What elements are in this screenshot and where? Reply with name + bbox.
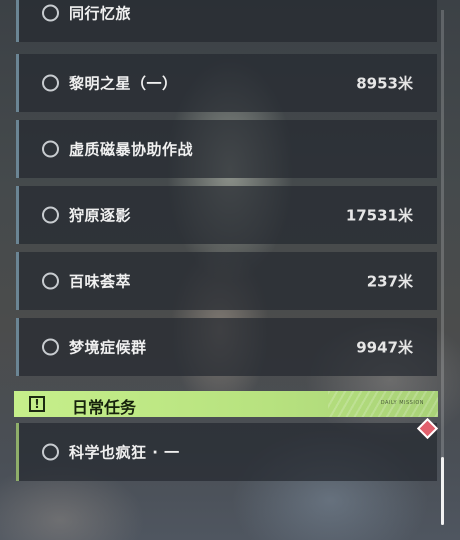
section-tag: DAILY MISSION [380,400,424,406]
quest-status-circle-icon [42,206,59,224]
quest-name: 梦境症候群 [69,338,147,357]
quest-item[interactable]: 狩原逐影 17531米 [16,186,437,244]
quest-item[interactable]: 梦境症候群 9947米 [16,318,437,376]
quest-status-circle-icon [42,338,59,356]
quest-distance: 9947米 [356,338,413,357]
quest-name: 狩原逐影 [69,206,132,225]
quest-name: 百味荟萃 [69,272,132,291]
quest-status-circle-icon [42,140,59,158]
quest-name: 虚质磁暴协助作战 [69,140,194,159]
quest-status-circle-icon [42,443,59,461]
quest-status-circle-icon [42,272,59,290]
quest-item[interactable]: 百味荟萃 237米 [16,252,437,310]
daily-mission-header: ! 日常任务 DAILY MISSION [14,391,438,417]
quest-distance: 8953米 [356,74,413,93]
quest-distance: 237米 [366,272,413,291]
quest-name: 黎明之星（一） [69,74,178,93]
quest-item[interactable]: 虚质磁暴协助作战 [16,120,437,178]
quest-status-circle-icon [42,74,59,92]
quest-list: 同行忆旅 黎明之星（一） 8953米 虚质磁暴协助作战 狩原逐影 17531米 … [0,0,460,540]
scrollbar-track[interactable] [441,10,444,525]
quest-item[interactable]: 同行忆旅 [16,0,437,42]
quest-name: 科学也疯狂 · 一 [69,443,180,462]
quest-name: 同行忆旅 [69,4,132,23]
exclamation-icon: ! [29,396,45,412]
quest-distance: 17531米 [345,206,413,225]
quest-status-circle-icon [42,4,59,22]
section-title: 日常任务 [72,398,137,417]
quest-item[interactable]: 黎明之星（一） 8953米 [16,54,437,112]
scrollbar-thumb[interactable] [441,457,444,525]
daily-quest-item[interactable]: 科学也疯狂 · 一 [16,423,437,481]
